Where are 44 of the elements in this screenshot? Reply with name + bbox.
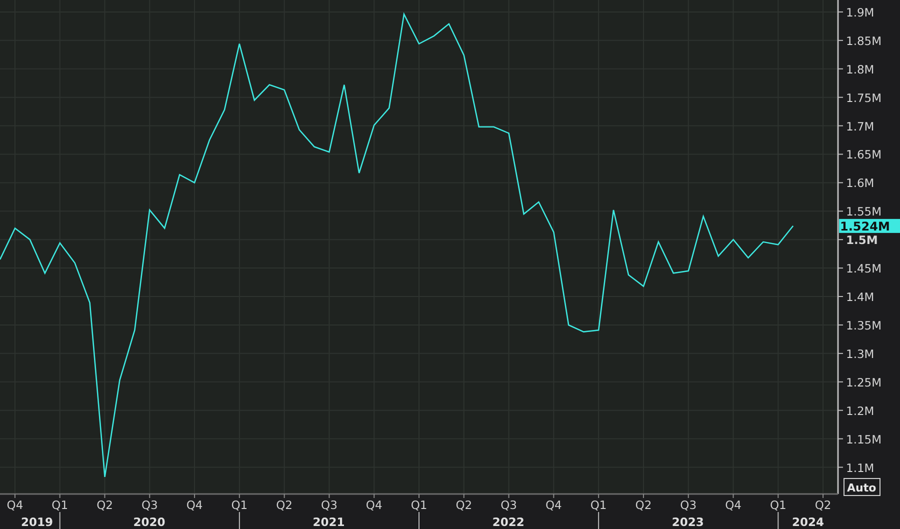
y-axis-label: 1.85M — [846, 34, 882, 48]
x-axis-label: Q1 — [410, 498, 428, 512]
y-axis-label: 1.5M — [846, 233, 878, 248]
y-axis-label: 1.75M — [846, 90, 882, 105]
y-axis-label: 1.4M — [846, 290, 874, 304]
x-axis-label: Q3 — [141, 498, 158, 512]
x-axis-label: Q1 — [52, 498, 68, 512]
x-axis-label: Q4 — [6, 498, 24, 512]
x-axis-label: Q2 — [456, 498, 472, 512]
x-axis-label: Q3 — [500, 498, 517, 512]
y-axis-label: 1.6M — [846, 176, 874, 190]
last-value-label: 1.524M — [839, 218, 900, 234]
y-axis-label: 1.2M — [846, 404, 874, 418]
y-axis-label: 1.3M — [846, 346, 874, 361]
x-axis-label: Q2 — [96, 498, 113, 512]
y-axis-label: 1.8M — [846, 62, 874, 76]
x-axis-label: Q3 — [321, 498, 338, 512]
year-label: 2024 — [792, 515, 824, 529]
year-label: 2022 — [492, 515, 524, 529]
y-axis-label: 1.9M — [846, 5, 874, 20]
x-axis-label: Q2 — [814, 498, 832, 512]
year-label: 2023 — [672, 515, 704, 529]
y-axis-label: 1.15M — [846, 432, 882, 446]
x-axis-label: Q4 — [366, 498, 382, 512]
y-axis-label: 1.25M — [846, 375, 882, 390]
y-axis-label: 1.55M — [846, 204, 882, 219]
y-axis-label: 1.7M — [846, 119, 874, 134]
y-axis-label: 1.35M — [846, 318, 882, 332]
year-label: 2019 — [20, 515, 53, 529]
x-axis-label: Q4 — [546, 498, 562, 512]
x-axis-label: Q4 — [186, 498, 203, 512]
x-axis-label: Q1 — [590, 498, 607, 512]
x-axis-label: Q1 — [770, 498, 786, 512]
auto-scale-button[interactable]: Auto — [844, 478, 880, 496]
year-label: 2021 — [312, 515, 345, 529]
y-axis-label: 1.1M — [846, 460, 874, 475]
y-axis-label: 1.45M — [846, 262, 882, 276]
x-axis-label: Q2 — [276, 498, 292, 512]
y-axis-label: 1.65M — [846, 148, 882, 162]
x-axis-label: Q4 — [725, 498, 742, 512]
year-label: 2020 — [133, 515, 166, 529]
x-axis-label: Q2 — [635, 498, 652, 512]
x-axis-label: Q1 — [231, 498, 248, 512]
x-axis-label: Q3 — [680, 498, 697, 512]
